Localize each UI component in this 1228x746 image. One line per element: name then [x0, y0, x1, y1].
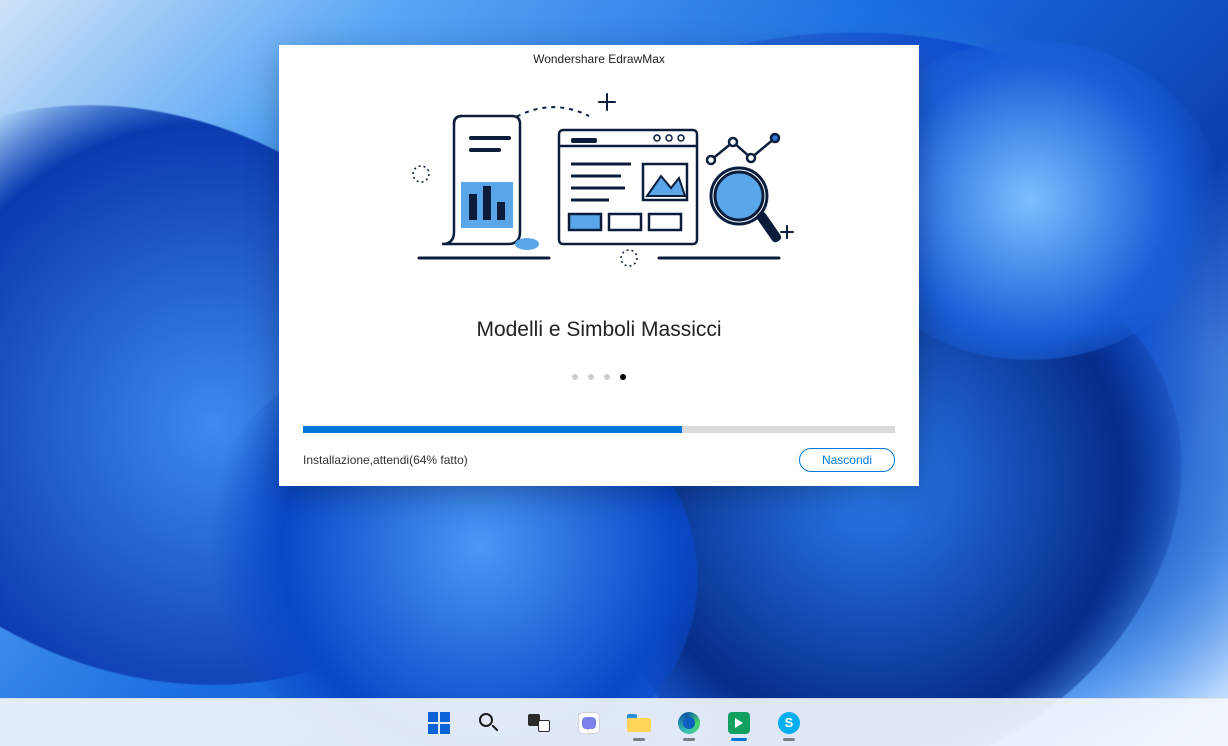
hide-button[interactable]: Nascondi	[799, 448, 895, 472]
running-indicator-active	[731, 738, 747, 741]
edge-button[interactable]	[669, 703, 709, 743]
installer-taskbar-button[interactable]	[719, 703, 759, 743]
installer-window: Wondershare EdrawMax	[279, 45, 919, 486]
running-indicator	[633, 738, 645, 741]
task-view-button[interactable]	[519, 703, 559, 743]
chat-icon	[578, 712, 600, 734]
carousel-dot-active[interactable]	[620, 374, 626, 380]
running-indicator	[783, 738, 795, 741]
file-explorer-button[interactable]	[619, 703, 659, 743]
skype-icon: S	[778, 712, 800, 734]
folder-icon	[627, 714, 651, 732]
windows-logo-icon	[428, 712, 450, 734]
carousel-dot[interactable]	[604, 374, 610, 380]
slide-heading: Modelli e Simboli Massicci	[279, 318, 919, 342]
desktop: Wondershare EdrawMax	[0, 0, 1228, 746]
task-view-icon	[528, 714, 550, 732]
carousel-dot[interactable]	[572, 374, 578, 380]
taskbar: S	[0, 698, 1228, 746]
window-title: Wondershare EdrawMax	[279, 45, 919, 73]
progress-bar	[303, 426, 895, 433]
start-button[interactable]	[419, 703, 459, 743]
slide-illustration	[279, 73, 919, 288]
edge-icon	[678, 712, 700, 734]
progress-fill	[303, 426, 682, 433]
illustration-svg	[399, 86, 799, 276]
teams-chat-button[interactable]	[569, 703, 609, 743]
search-button[interactable]	[469, 703, 509, 743]
running-indicator	[683, 738, 695, 741]
search-icon	[479, 713, 499, 733]
carousel-dot[interactable]	[588, 374, 594, 380]
skype-button[interactable]: S	[769, 703, 809, 743]
installer-app-icon	[728, 712, 750, 734]
install-status-text: Installazione,attendi(64% fatto)	[303, 453, 468, 467]
carousel-dots	[279, 374, 919, 380]
